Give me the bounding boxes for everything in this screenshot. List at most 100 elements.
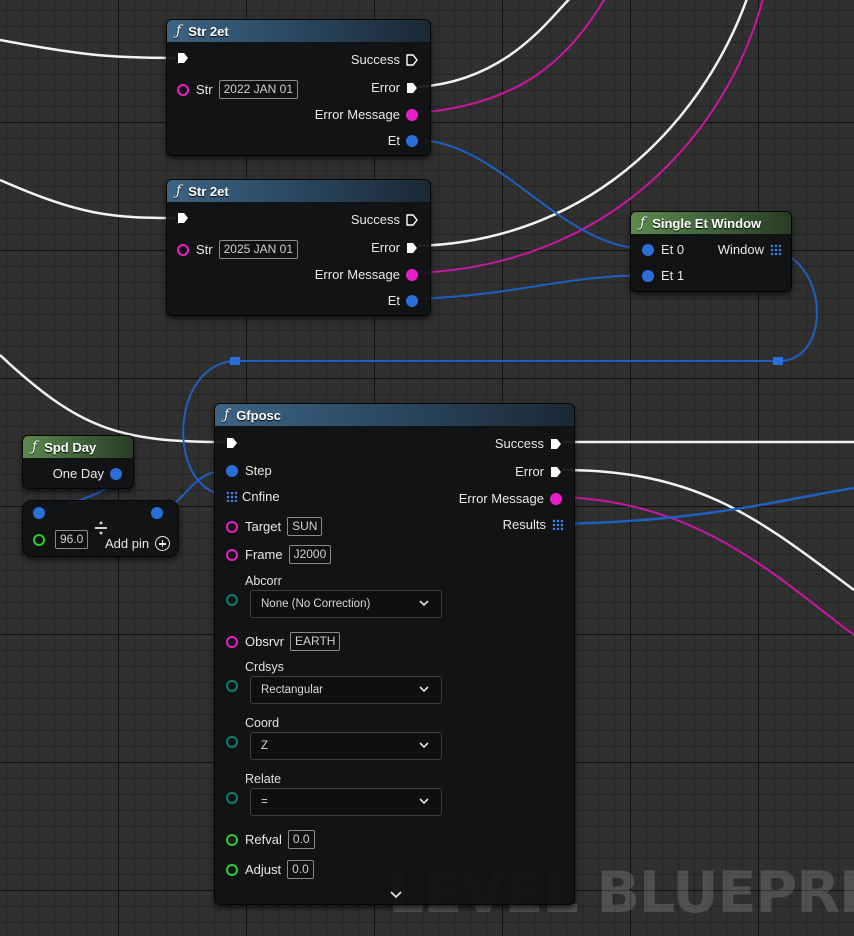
string-pin-icon xyxy=(177,243,189,256)
frame-input[interactable]: J2000 xyxy=(288,545,332,564)
str-pin[interactable]: Str 2025 JAN 01 xyxy=(177,240,299,259)
node-title: Gfposc xyxy=(236,407,281,423)
error-message-label: Error Message xyxy=(314,267,400,282)
success-pin[interactable]: Success xyxy=(495,436,562,451)
success-pin[interactable]: Success xyxy=(351,52,418,67)
divisor-input[interactable]: 96.0 xyxy=(55,530,89,549)
divide-node[interactable]: 96.0 Add pin xyxy=(22,500,179,557)
refval-input[interactable]: 0.0 xyxy=(287,830,315,849)
struct-pin-icon xyxy=(110,467,122,480)
node-header[interactable]: ƒ Gfposc xyxy=(215,404,574,426)
relate-label: Relate xyxy=(245,772,282,786)
error-pin[interactable]: Error xyxy=(515,464,562,479)
adjust-pin[interactable]: Adjust 0.0 xyxy=(226,860,314,879)
error-label: Error xyxy=(515,464,544,479)
struct-pin-icon xyxy=(226,464,238,477)
array-pin-icon xyxy=(552,519,563,530)
chevron-down-icon xyxy=(419,742,429,749)
str-input[interactable]: 2022 JAN 01 xyxy=(218,80,299,99)
single-et-window-node[interactable]: ƒ Single Et Window Et 0 Window Et 1 xyxy=(630,211,792,292)
spd-day-node[interactable]: ƒ Spd Day One Day xyxy=(22,435,134,489)
window-pin[interactable]: Window xyxy=(718,242,781,257)
obsrvr-pin[interactable]: Obsrvr EARTH xyxy=(226,632,341,651)
str2et-node-1[interactable]: ƒ Str 2et Success Str 2022 JAN 01 Error … xyxy=(166,19,431,156)
exec-wire xyxy=(561,468,854,592)
et-pin[interactable]: Et xyxy=(388,293,418,308)
exec-in-pin[interactable] xyxy=(226,437,238,449)
add-pin-label: Add pin xyxy=(105,536,150,551)
divide-input-b[interactable]: 96.0 xyxy=(33,530,89,549)
adjust-input[interactable]: 0.0 xyxy=(287,860,314,879)
success-pin[interactable]: Success xyxy=(351,212,418,227)
cnfine-pin[interactable]: Cnfine xyxy=(226,489,280,504)
et1-pin[interactable]: Et 1 xyxy=(642,268,684,283)
et1-label: Et 1 xyxy=(661,268,685,283)
enum-pin-icon xyxy=(226,736,238,748)
function-icon: ƒ xyxy=(224,407,230,423)
refval-pin[interactable]: Refval 0.0 xyxy=(226,830,315,849)
relate-dropdown[interactable]: = xyxy=(250,788,442,816)
exec-in-pin[interactable] xyxy=(177,52,189,64)
function-icon: ƒ xyxy=(640,215,646,231)
error-label: Error xyxy=(371,80,400,95)
enum-pin-icon xyxy=(226,792,238,804)
frame-pin[interactable]: Frame J2000 xyxy=(226,545,332,564)
one-day-pin[interactable]: One Day xyxy=(53,466,122,481)
divide-input-a[interactable] xyxy=(33,507,45,519)
exec-pin-icon xyxy=(406,53,418,66)
obsrvr-input[interactable]: EARTH xyxy=(290,632,341,651)
expand-advanced-icon[interactable] xyxy=(390,890,402,899)
exec-pin-icon xyxy=(551,438,561,449)
string-pin-icon xyxy=(226,520,238,533)
et0-pin[interactable]: Et 0 xyxy=(642,242,684,257)
crdsys-dropdown[interactable]: Rectangular xyxy=(250,676,442,704)
exec-pin-icon xyxy=(407,242,417,253)
error-pin[interactable]: Error xyxy=(371,80,418,95)
target-input[interactable]: SUN xyxy=(287,517,323,536)
node-header[interactable]: ƒ Str 2et xyxy=(167,20,430,42)
error-message-pin[interactable]: Error Message xyxy=(315,107,418,122)
abcorr-label: Abcorr xyxy=(245,574,282,588)
divide-icon xyxy=(95,521,107,535)
step-pin[interactable]: Step xyxy=(226,463,272,478)
coord-dropdown[interactable]: Z xyxy=(250,732,442,760)
abcorr-pin[interactable] xyxy=(226,594,238,606)
et-label: Et xyxy=(387,293,400,308)
gfposc-node[interactable]: ƒ Gfposc Success Step Error Cnfine Error… xyxy=(214,403,575,905)
error-message-label: Error Message xyxy=(458,491,544,506)
target-pin[interactable]: Target SUN xyxy=(226,517,323,536)
exec-in-pin[interactable] xyxy=(177,212,189,224)
results-pin[interactable]: Results xyxy=(503,517,563,532)
coord-value: Z xyxy=(261,740,269,752)
abcorr-dropdown[interactable]: None (No Correction) xyxy=(250,590,442,618)
struct-pin-icon xyxy=(642,269,654,282)
struct-wire xyxy=(415,139,649,250)
reroute-knot[interactable] xyxy=(230,357,240,365)
target-label: Target xyxy=(245,519,282,534)
crdsys-label: Crdsys xyxy=(245,660,284,674)
node-header[interactable]: ƒ Single Et Window xyxy=(631,212,791,234)
et-pin[interactable]: Et xyxy=(388,133,418,148)
add-pin-button[interactable]: Add pin xyxy=(105,536,171,551)
float-pin-icon xyxy=(226,863,238,876)
error-message-pin[interactable]: Error Message xyxy=(459,491,562,506)
relate-pin[interactable] xyxy=(226,792,238,804)
node-header[interactable]: ƒ Str 2et xyxy=(167,180,430,202)
coord-pin[interactable] xyxy=(226,736,238,748)
str2et-node-2[interactable]: ƒ Str 2et Success Str 2025 JAN 01 Error … xyxy=(166,179,431,316)
str-input[interactable]: 2025 JAN 01 xyxy=(218,240,299,259)
reroute-knot[interactable] xyxy=(773,357,783,365)
function-icon: ƒ xyxy=(176,183,182,199)
error-message-pin[interactable]: Error Message xyxy=(315,267,418,282)
divide-output[interactable] xyxy=(151,507,163,519)
error-pin[interactable]: Error xyxy=(371,240,418,255)
enum-pin-icon xyxy=(226,594,238,606)
window-label: Window xyxy=(717,242,764,257)
exec-pin-icon xyxy=(178,213,188,223)
str-pin[interactable]: Str 2022 JAN 01 xyxy=(177,80,299,99)
results-label: Results xyxy=(502,517,546,532)
node-header[interactable]: ƒ Spd Day xyxy=(23,436,133,458)
abcorr-value: None (No Correction) xyxy=(261,598,371,610)
crdsys-pin[interactable] xyxy=(226,680,238,692)
error-message-label: Error Message xyxy=(314,107,400,122)
